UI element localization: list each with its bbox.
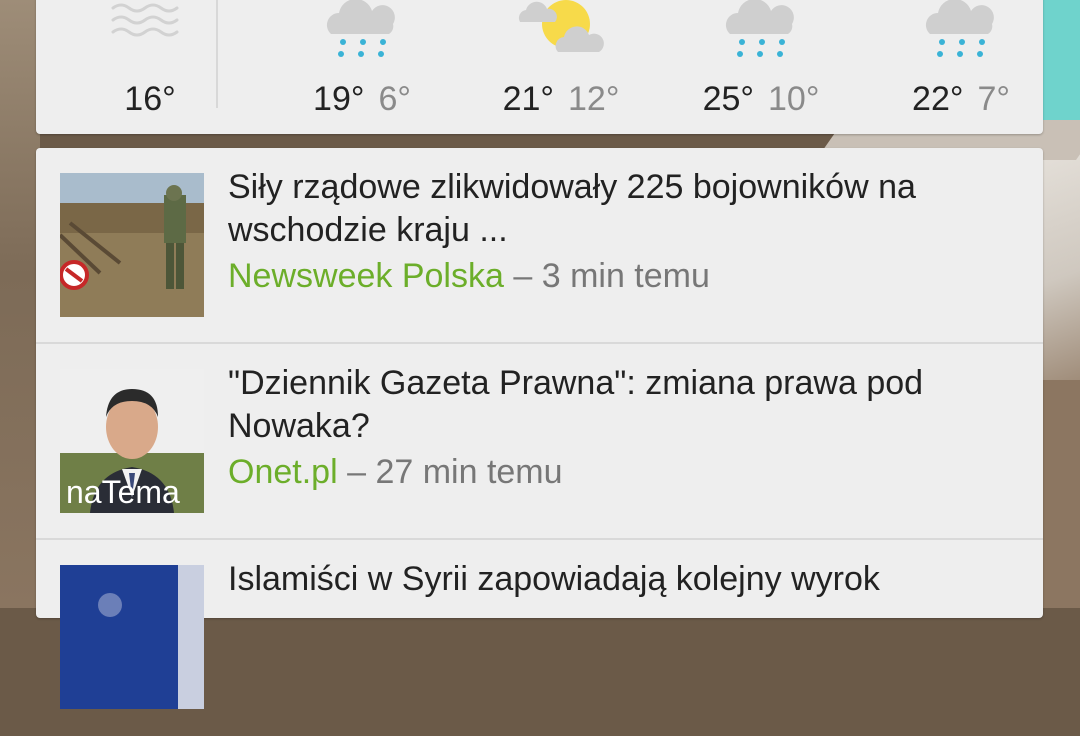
- forecast-temps: 22° 7°: [861, 80, 1061, 119]
- news-thumbnail: [60, 565, 204, 709]
- fog-icon: [111, 3, 179, 37]
- rain-icon: [326, 0, 395, 57]
- news-time: 3 min temu: [541, 257, 710, 295]
- high-temp: 22°: [912, 80, 964, 118]
- low-temp: 7°: [977, 80, 1010, 118]
- meta-separator: –: [513, 257, 533, 295]
- high-temp: 21°: [502, 80, 554, 118]
- news-item[interactable]: Siły rządowe zlikwidowały 225 bojowników…: [36, 148, 1043, 344]
- news-headline[interactable]: "Dziennik Gazeta Prawna": zmiana prawa p…: [228, 362, 1018, 448]
- forecast-day-2[interactable]: 19° 6°: [262, 0, 462, 134]
- news-headline[interactable]: Siły rządowe zlikwidowały 225 bojowników…: [228, 166, 1018, 252]
- low-temp: 10°: [768, 80, 820, 118]
- rain-icon: [925, 0, 994, 57]
- high-temp: 19°: [313, 80, 365, 118]
- news-text: Siły rządowe zlikwidowały 225 bojowników…: [228, 166, 1018, 300]
- rain-icon: [725, 0, 794, 57]
- news-text: Islamiści w Syrii zapowiadają kolejny wy…: [228, 558, 1018, 601]
- low-temp: 6°: [378, 80, 411, 118]
- news-item[interactable]: naTema "Dziennik Gazeta Prawna": zmiana …: [36, 344, 1043, 540]
- news-meta: Newsweek Polska – 3 min temu: [228, 252, 1018, 300]
- forecast-day-4[interactable]: 25° 10°: [661, 0, 861, 134]
- thumbnail-overlay-label: naTema: [66, 474, 180, 510]
- forecast-day-5[interactable]: 22° 7°: [861, 0, 1061, 134]
- forecast-day-1[interactable]: 16°: [60, 0, 240, 134]
- forecast-temps: 16°: [60, 80, 240, 119]
- news-source[interactable]: Onet.pl: [228, 453, 338, 491]
- news-source[interactable]: Newsweek Polska: [228, 257, 504, 295]
- forecast-temps: 25° 10°: [661, 80, 861, 119]
- weather-forecast-card[interactable]: 16° 19° 6° 21° 12° 25° 10° 22° 7°: [36, 0, 1043, 134]
- forecast-temps: 21° 12°: [461, 80, 661, 119]
- wallpaper-right-low: [1040, 380, 1080, 608]
- high-temp: 25°: [702, 80, 754, 118]
- partly-cloudy-icon: [518, 0, 604, 52]
- news-headline[interactable]: Islamiści w Syrii zapowiadają kolejny wy…: [228, 558, 1018, 601]
- news-meta: Onet.pl – 27 min temu: [228, 448, 1018, 496]
- forecast-divider: [216, 0, 218, 108]
- wallpaper-left-strip: [0, 0, 40, 608]
- low-temp: 12°: [568, 80, 620, 118]
- news-card: Siły rządowe zlikwidowały 225 bojowników…: [36, 148, 1043, 709]
- meta-separator: –: [347, 453, 366, 491]
- forecast-temps: 19° 6°: [262, 80, 462, 119]
- news-item[interactable]: Islamiści w Syrii zapowiadają kolejny wy…: [36, 540, 1043, 736]
- flag-photo: [60, 565, 204, 709]
- soldier-photo: [60, 173, 204, 317]
- news-thumbnail: [60, 173, 204, 317]
- news-thumbnail: naTema: [60, 369, 204, 513]
- news-time: 27 min temu: [375, 453, 563, 491]
- forecast-day-3[interactable]: 21° 12°: [461, 0, 661, 134]
- high-temp: 16°: [124, 80, 176, 118]
- news-text: "Dziennik Gazeta Prawna": zmiana prawa p…: [228, 362, 1018, 496]
